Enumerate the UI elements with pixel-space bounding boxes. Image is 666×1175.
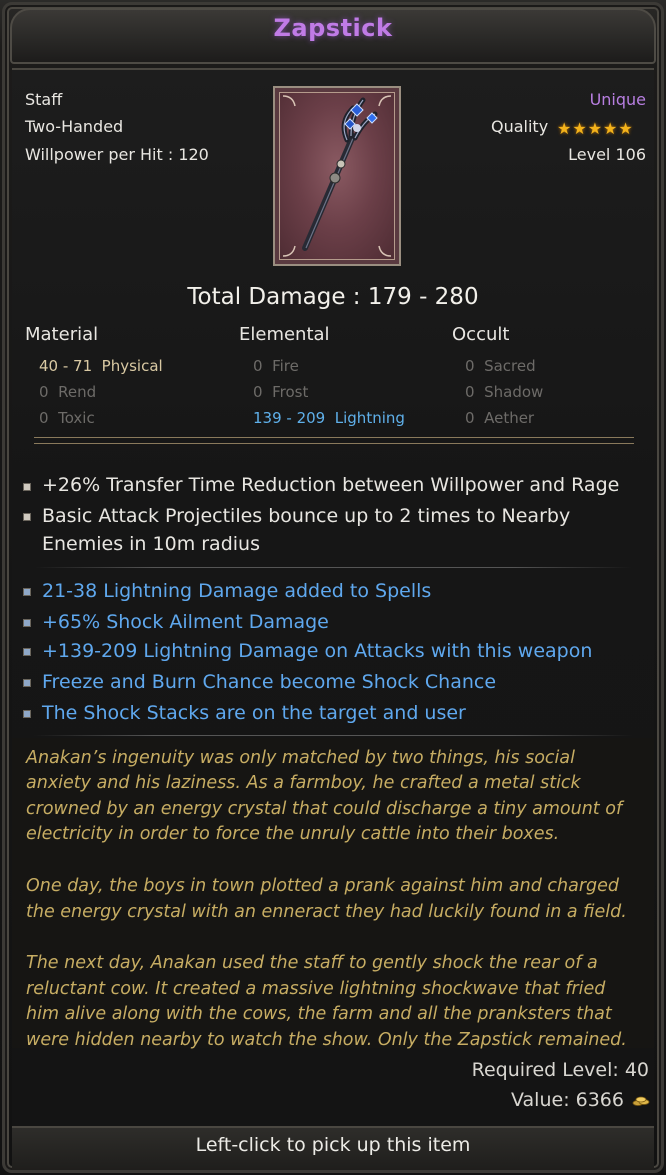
item-image-frame	[273, 86, 401, 266]
unique-mod: +65% Shock Ailment Damage	[42, 611, 329, 633]
unique-mod: +139-209 Lightning Damage on Attacks wit…	[42, 640, 593, 662]
lore-line: crowned by an energy crystal that could …	[26, 799, 623, 819]
item-level: Level 106	[568, 145, 646, 164]
damage-type: Rend	[58, 383, 97, 401]
bullet-icon	[23, 619, 31, 627]
damage-type: Physical	[101, 357, 163, 375]
base-mod: +26% Transfer Time Reduction between Wil…	[42, 474, 620, 496]
star-icon: ★	[557, 119, 573, 138]
damage-frost: 0 Frost	[253, 383, 308, 401]
lore-line: anxiety and his laziness. As a farmboy, …	[26, 773, 581, 793]
lore-line: him alive along with the cows, the farm …	[26, 1004, 612, 1024]
damage-type: Aether	[484, 409, 535, 427]
lore-line: One day, the boys in town plotted a pran…	[26, 876, 619, 896]
lore-line: the energy crystal with an enneract they…	[26, 902, 627, 922]
base-mod: Basic Attack Projectiles bounce up to 2 …	[42, 505, 571, 527]
damage-physical: 40 - 71 Physical	[39, 357, 163, 375]
bullet-icon	[23, 710, 31, 718]
gold-coins-icon	[632, 1096, 650, 1106]
column-material: Material	[25, 324, 99, 345]
star-icon: ★	[587, 119, 604, 138]
damage-value: 0	[465, 357, 475, 375]
damage-type: Shadow	[484, 383, 544, 401]
unique-mod: Freeze and Burn Chance become Shock Chan…	[42, 671, 497, 693]
item-name: Zapstick	[273, 14, 393, 42]
damage-shadow: 0 Shadow	[465, 383, 543, 401]
item-handedness: Two-Handed	[25, 117, 124, 136]
damage-toxic: 0 Toxic	[39, 409, 95, 427]
damage-value: 0	[39, 409, 49, 427]
staff-item-icon	[282, 95, 392, 257]
star-icon: ★	[572, 119, 588, 138]
star-icon: ★	[618, 119, 634, 138]
item-tooltip: Zapstick Staff Two-Handed Willpower per …	[0, 0, 666, 1175]
damage-value: 40 - 71	[39, 357, 93, 375]
bullet-icon	[23, 679, 31, 687]
lore-line: The next day, Anakan used the staff to g…	[26, 953, 598, 973]
lore-divider	[34, 735, 632, 736]
damage-fire: 0 Fire	[253, 357, 299, 375]
damage-aether: 0 Aether	[465, 409, 534, 427]
required-level: Required Level: 40	[471, 1059, 649, 1081]
damage-type: Fire	[272, 357, 299, 375]
damage-type: Sacred	[484, 357, 536, 375]
damage-value: 0	[253, 357, 263, 375]
unique-mod: 21-38 Lightning Damage added to Spells	[42, 580, 432, 602]
quality-stars: ★★★★★	[557, 119, 634, 138]
item-value: Value: 6366	[511, 1089, 624, 1111]
item-type: Staff	[25, 90, 63, 109]
damage-value: 0	[39, 383, 49, 401]
damage-lightning: 139 - 209 Lightning	[253, 409, 405, 427]
pickup-hint: Left-click to pick up this item	[195, 1134, 471, 1156]
willpower-per-hit: Willpower per Hit : 120	[25, 145, 209, 164]
damage-divider	[34, 437, 634, 444]
damage-type: Frost	[272, 383, 309, 401]
damage-rend: 0 Rend	[39, 383, 96, 401]
damage-value: 0	[465, 383, 475, 401]
quality-label: Quality	[491, 117, 549, 136]
damage-value: 0	[253, 383, 263, 401]
bullet-icon	[23, 483, 31, 491]
unique-mod: The Shock Stacks are on the target and u…	[42, 702, 466, 724]
mods-divider	[34, 567, 632, 568]
damage-value: 0	[465, 409, 475, 427]
column-elemental: Elemental	[239, 324, 330, 345]
lore-line: were hidden nearby to watch the show. On…	[26, 1030, 627, 1050]
star-icon: ★	[603, 119, 619, 138]
lore-line: electricity in order to force the unruly…	[26, 824, 560, 844]
base-mod-continued: Enemies in 10m radius	[42, 533, 260, 555]
damage-value: 139 - 209	[253, 409, 326, 427]
lore-line: reluctant cow. It created a massive ligh…	[26, 979, 606, 999]
damage-sacred: 0 Sacred	[465, 357, 536, 375]
damage-type: Lightning	[334, 409, 405, 427]
damage-type: Toxic	[58, 409, 95, 427]
bullet-icon	[23, 588, 31, 596]
total-damage: Total Damage : 179 - 280	[187, 284, 479, 310]
bullet-icon	[23, 513, 31, 521]
item-rarity: Unique	[589, 90, 646, 109]
bullet-icon	[23, 648, 31, 656]
column-occult: Occult	[452, 324, 510, 345]
lore-line: Anakan’s ingenuity was only matched by t…	[26, 748, 575, 768]
